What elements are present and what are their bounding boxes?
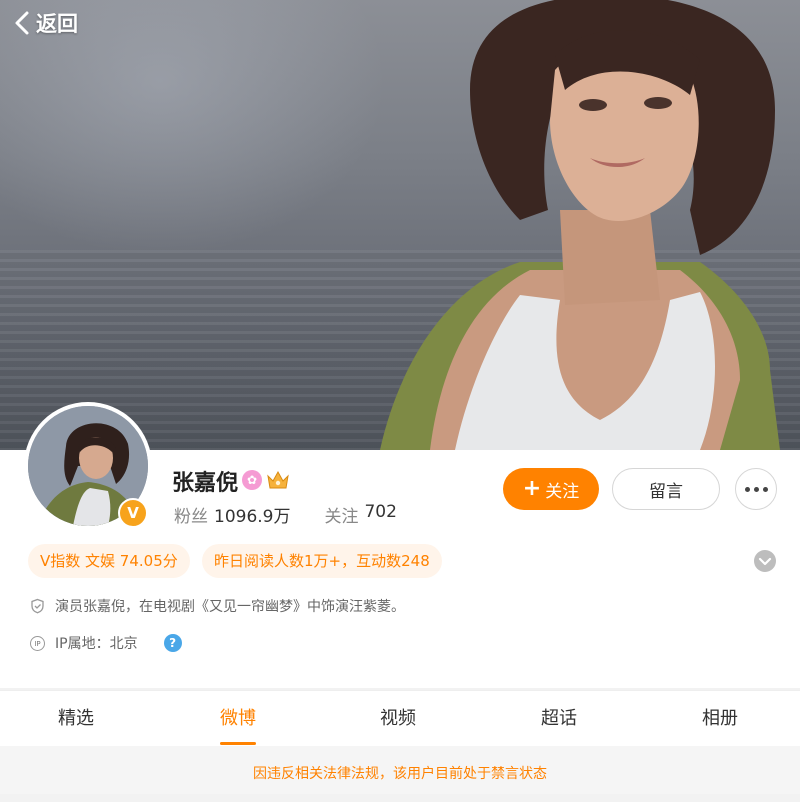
tab-label: 视频 — [380, 708, 416, 729]
profile-tabs: 精选 微博 视频 超话 相册 — [0, 690, 800, 746]
back-chevron-icon — [15, 11, 29, 35]
tab-album[interactable]: 相册 — [660, 691, 780, 747]
tab-featured[interactable]: 精选 — [16, 691, 136, 747]
profile-name: 张嘉倪 — [172, 471, 239, 496]
help-icon[interactable]: ? — [163, 634, 182, 652]
crown-icon[interactable] — [266, 469, 290, 491]
tab-label: 精选 — [58, 708, 94, 729]
bio-text: 演员张嘉倪，在电视剧《又见一帘幽梦》中饰演汪紫菱。 — [55, 599, 405, 615]
bio-row: 演员张嘉倪，在电视剧《又见一帘幽梦》中饰演汪紫菱。 — [30, 596, 405, 616]
following-label: 关注 — [324, 507, 359, 527]
read-stats-tag[interactable]: 昨日阅读人数1万+，互动数248 — [202, 544, 442, 578]
tab-label: 相册 — [702, 708, 738, 729]
back-button[interactable]: 返回 — [14, 8, 78, 38]
follow-label: 关注 — [545, 481, 580, 502]
ban-notice: 因违反相关法律法规，该用户目前处于禁言状态 — [0, 746, 800, 794]
tab-weibo[interactable]: 微博 — [178, 691, 298, 747]
follow-button[interactable]: + 关注 — [503, 468, 599, 510]
ip-row: IP IP属地：北京 ? — [30, 633, 182, 653]
tab-label: 超话 — [541, 708, 577, 729]
ip-location: IP属地：北京 — [55, 636, 138, 652]
v-index-tag[interactable]: V指数 文娱 74.05分 — [28, 544, 190, 578]
ip-icon: IP — [30, 635, 45, 651]
cover-photo: 返回 — [0, 0, 800, 450]
message-label: 留言 — [649, 481, 683, 502]
pink-badge-icon[interactable]: ✿ — [242, 470, 262, 490]
expand-chevron-icon[interactable] — [754, 550, 776, 572]
verified-badge: V — [118, 498, 148, 528]
tab-video[interactable]: 视频 — [338, 691, 458, 747]
more-dots-icon[interactable] — [735, 468, 777, 510]
shield-icon — [31, 598, 44, 614]
cover-portrait — [380, 0, 780, 450]
profile-stats: 粉丝 1096.9万 关注 702 — [174, 502, 397, 527]
tab-label: 微博 — [220, 708, 256, 729]
plus-icon: + — [522, 476, 542, 501]
following-count[interactable]: 702 — [364, 502, 396, 527]
tab-supertopic[interactable]: 超话 — [499, 691, 619, 747]
message-button[interactable]: 留言 — [612, 468, 720, 510]
active-tab-underline — [220, 742, 256, 745]
back-label: 返回 — [36, 12, 78, 36]
followers-count[interactable]: 1096.9万 — [214, 502, 290, 527]
followers-label: 粉丝 — [174, 507, 208, 527]
